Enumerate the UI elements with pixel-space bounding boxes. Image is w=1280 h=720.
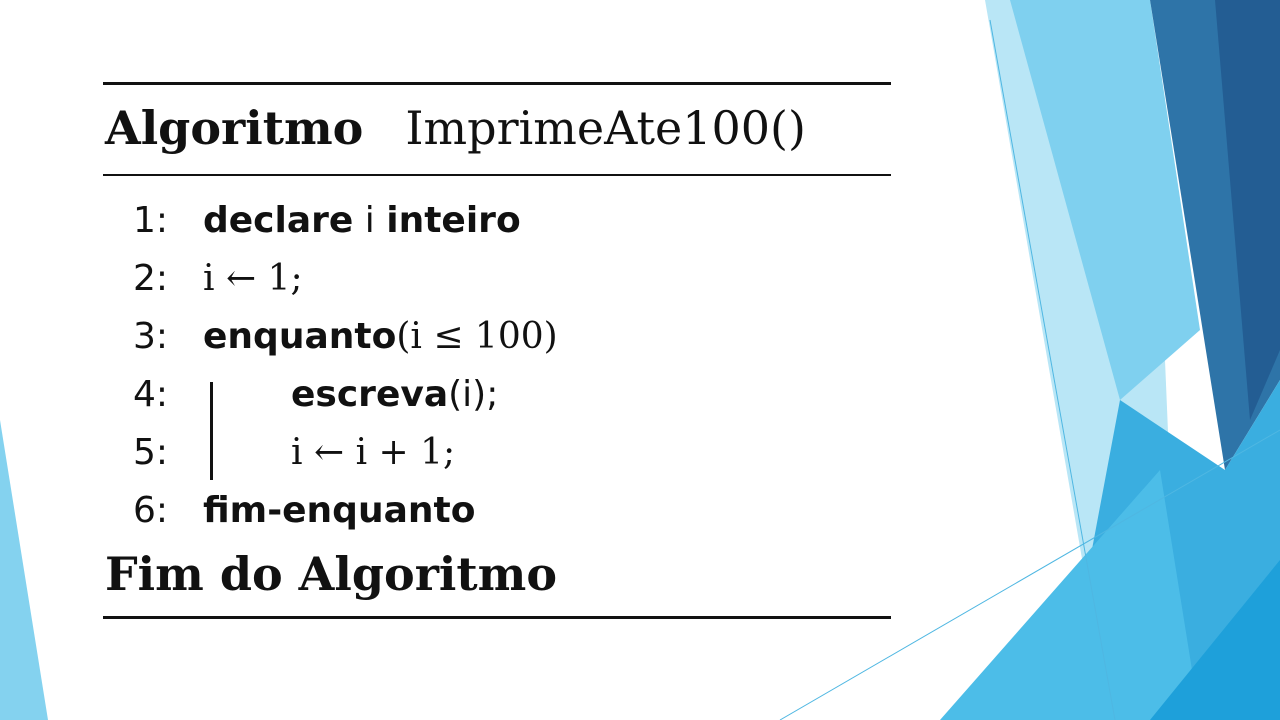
line-number: 6: xyxy=(133,490,169,531)
code-line-2: 2: i ← 1; xyxy=(133,255,303,303)
increment-expression: i ← i + 1; xyxy=(291,432,456,473)
top-rule xyxy=(103,82,891,85)
algorithm-name: ImprimeAte100() xyxy=(405,101,806,155)
assignment-expression: i ← 1; xyxy=(203,258,303,299)
line-number: 3: xyxy=(133,316,169,357)
code-line-3: 3: enquanto(i ≤ 100) xyxy=(133,313,558,361)
line-number: 5: xyxy=(133,432,169,473)
variable-i: i xyxy=(364,200,375,241)
loop-condition: (i ≤ 100) xyxy=(396,316,558,357)
escreva-argument: (i); xyxy=(448,374,499,415)
bottom-blue-panel xyxy=(940,470,1200,720)
line-number: 4: xyxy=(133,374,169,415)
code-line-1: 1: declare i inteiro xyxy=(133,197,521,245)
keyword-fim-enquanto: fim-enquanto xyxy=(203,490,476,531)
loop-body-bar xyxy=(210,382,213,480)
bottom-rule xyxy=(103,616,891,619)
header-rule xyxy=(103,174,891,176)
keyword-escreva: escreva xyxy=(291,374,449,415)
keyword-declare: declare xyxy=(203,200,354,241)
algorithm-header: Algoritmo ImprimeAte100() xyxy=(105,98,806,158)
code-line-6: 6: fim-enquanto xyxy=(133,487,475,535)
line-number: 1: xyxy=(133,200,169,241)
algorithm-footer: Fim do Algoritmo xyxy=(105,547,558,601)
algorithm-keyword: Algoritmo xyxy=(105,101,364,155)
keyword-enquanto: enquanto xyxy=(203,316,397,357)
code-line-5: 5: i ← i + 1; xyxy=(133,429,455,477)
line-number: 2: xyxy=(133,258,169,299)
keyword-inteiro: inteiro xyxy=(386,200,521,241)
left-edge-shape xyxy=(0,420,48,720)
code-line-4: 4: escreva(i); xyxy=(133,371,498,419)
